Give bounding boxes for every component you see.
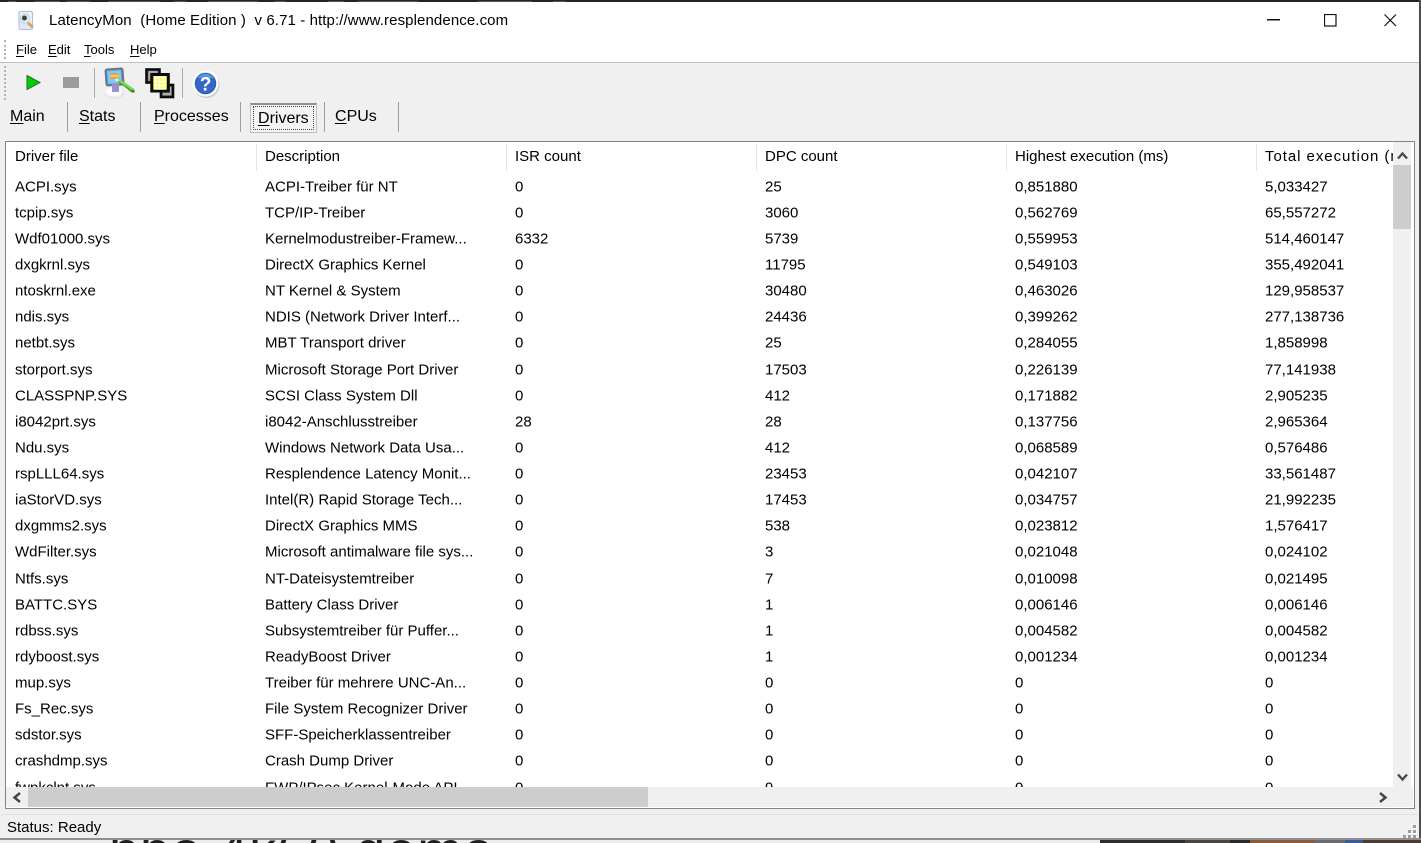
svg-text:?: ? [200, 75, 212, 96]
